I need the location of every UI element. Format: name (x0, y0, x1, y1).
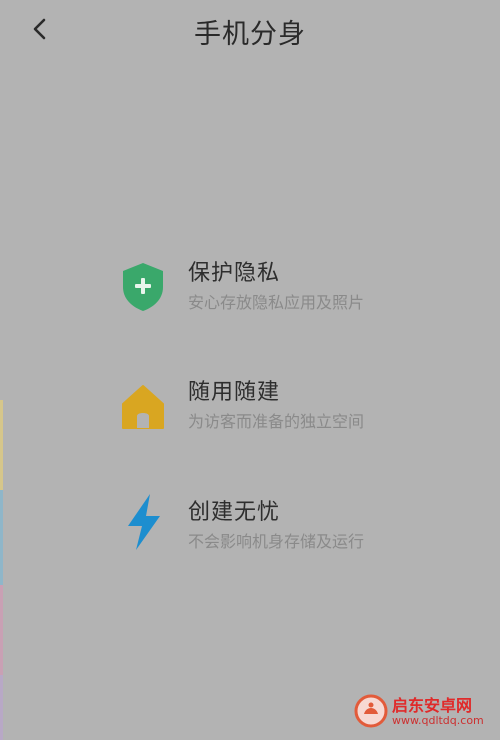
screen: 手机分身 保护隐私 安心存放隐私应用及照片 随用随建 为访客而准备的独立空间 创… (0, 0, 500, 740)
watermark-logo-icon (354, 694, 388, 728)
watermark: 启东安卓网 www.qdltdq.com (354, 692, 494, 734)
feature-subtitle: 为访客而准备的独立空间 (188, 412, 365, 431)
feature-subtitle: 不会影响机身存储及运行 (188, 532, 365, 551)
edge-strip (0, 585, 3, 675)
top-bar: 手机分身 (0, 0, 500, 60)
feature-title: 随用随建 (188, 380, 281, 405)
watermark-name: 启东安卓网 (392, 696, 473, 715)
shield-plus-icon (123, 263, 163, 311)
edge-strip (0, 675, 3, 740)
edge-strip (0, 490, 3, 585)
feature-subtitle: 安心存放隐私应用及照片 (188, 293, 365, 312)
lightning-icon (128, 494, 160, 550)
edge-strip (0, 400, 3, 490)
feature-title: 创建无忧 (188, 500, 281, 525)
feature-item-no-worry: 创建无忧 不会影响机身存储及运行 (120, 494, 460, 564)
house-icon (122, 385, 164, 429)
feature-title: 保护隐私 (188, 261, 281, 286)
feature-item-guest-space: 随用随建 为访客而准备的独立空间 (120, 374, 460, 444)
watermark-url: www.qdltdq.com (392, 714, 484, 727)
page-title: 手机分身 (194, 19, 306, 50)
feature-item-privacy: 保护隐私 安心存放隐私应用及照片 (120, 255, 460, 325)
